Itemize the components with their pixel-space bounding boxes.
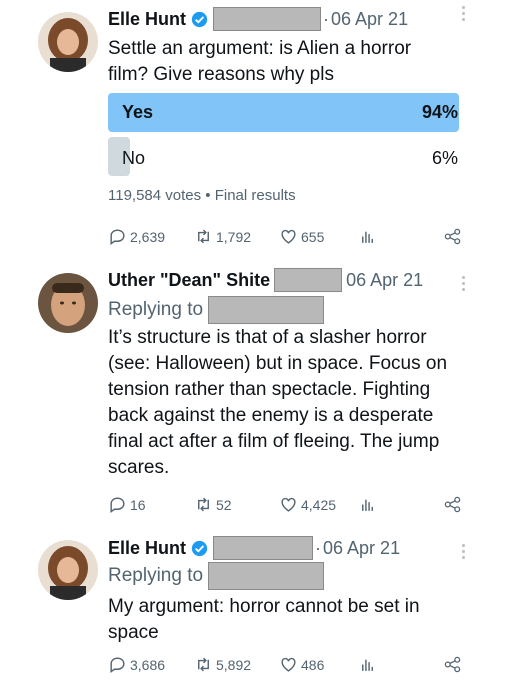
tweet-text: Settle an argument: is Alien a horror fi… <box>108 38 412 85</box>
author-name[interactable]: Elle Hunt <box>108 538 186 559</box>
tweet-date[interactable]: 06 Apr 21 <box>323 538 400 559</box>
replying-to: Replying to <box>108 296 325 324</box>
more-icon[interactable] <box>462 276 466 294</box>
retweet-button[interactable]: 5,892 <box>194 655 251 674</box>
poll-option-no: No <box>122 148 146 168</box>
tweet-header: Uther "Dean" Shite 06 Apr 21 <box>108 268 423 292</box>
views-button[interactable] <box>358 227 380 246</box>
redacted-reply-handle[interactable] <box>208 562 325 590</box>
avatar-image <box>38 273 98 333</box>
share-button[interactable] <box>443 655 465 674</box>
tweet-header: Elle Hunt · 06 Apr 21 <box>108 7 408 31</box>
tweet-actions: 3,686 5,892 486 <box>108 655 468 679</box>
share-button[interactable] <box>443 227 465 246</box>
retweet-count: 52 <box>216 496 232 513</box>
share-icon <box>444 656 461 673</box>
share-icon <box>444 228 461 245</box>
views-icon <box>362 499 373 511</box>
views-button[interactable] <box>358 495 380 514</box>
poll-percent-yes: 94% <box>421 102 458 122</box>
share-icon <box>444 496 461 513</box>
redacted-handle <box>274 268 343 292</box>
like-icon <box>281 497 296 512</box>
tweet-date[interactable]: 06 Apr 21 <box>346 270 423 291</box>
avatar-uther-dean-shite[interactable] <box>38 273 98 333</box>
retweet-icon <box>198 229 209 244</box>
reply-icon <box>110 497 125 514</box>
tweet-text: It’s structure is that of a slasher horr… <box>108 327 448 478</box>
views-icon <box>362 659 373 671</box>
like-button[interactable]: 486 <box>279 655 324 674</box>
reply-count: 2,639 <box>130 228 166 245</box>
more-icon[interactable] <box>462 544 466 562</box>
reply-button[interactable]: 2,639 <box>108 227 165 246</box>
avatar-elle-hunt[interactable] <box>38 12 98 72</box>
poll-summary: 119,584 votes • Final results <box>108 187 296 204</box>
retweet-button[interactable]: 1,792 <box>194 227 251 246</box>
tweet-date[interactable]: 06 Apr 21 <box>331 9 408 30</box>
tweet-actions: 2,639 1,792 655 <box>108 227 468 251</box>
redacted-reply-handle[interactable] <box>208 296 325 324</box>
author-name[interactable]: Elle Hunt <box>108 9 186 30</box>
retweet-count: 1,792 <box>216 228 252 245</box>
reply-button[interactable]: 3,686 <box>108 655 165 674</box>
tweet-text: My argument: horror cannot be set in spa… <box>108 596 420 643</box>
reply-count: 16 <box>130 496 146 513</box>
avatar-elle-hunt[interactable] <box>38 540 98 600</box>
reply-icon <box>110 229 125 246</box>
tweet-actions: 16 52 4,425 <box>108 495 468 519</box>
like-icon <box>281 229 296 244</box>
like-button[interactable]: 655 <box>279 227 324 246</box>
more-icon[interactable] <box>462 6 466 24</box>
like-count: 655 <box>301 228 325 245</box>
avatar-image <box>38 12 98 72</box>
views-icon <box>362 231 373 243</box>
like-count: 4,425 <box>301 496 337 513</box>
like-button[interactable]: 4,425 <box>279 495 336 514</box>
verified-badge-icon <box>191 540 208 556</box>
reply-button[interactable]: 16 <box>108 495 146 514</box>
reply-count: 3,686 <box>130 656 166 673</box>
like-count: 486 <box>301 656 325 673</box>
like-icon <box>281 657 296 672</box>
retweet-icon <box>198 497 209 512</box>
verified-badge-icon <box>191 11 208 27</box>
redacted-handle <box>213 7 322 31</box>
poll-option-yes: Yes <box>122 102 154 122</box>
replying-to: Replying to <box>108 562 325 590</box>
share-button[interactable] <box>443 495 465 514</box>
redacted-handle <box>213 536 314 560</box>
avatar-image <box>38 540 98 600</box>
tweet-header: Elle Hunt · 06 Apr 21 <box>108 536 400 560</box>
retweet-count: 5,892 <box>216 656 252 673</box>
poll-percent-no: 6% <box>431 148 458 168</box>
retweet-button[interactable]: 52 <box>194 495 232 514</box>
author-name[interactable]: Uther "Dean" Shite <box>108 270 270 291</box>
retweet-icon <box>198 657 209 672</box>
views-button[interactable] <box>358 655 380 674</box>
reply-icon <box>110 657 125 674</box>
